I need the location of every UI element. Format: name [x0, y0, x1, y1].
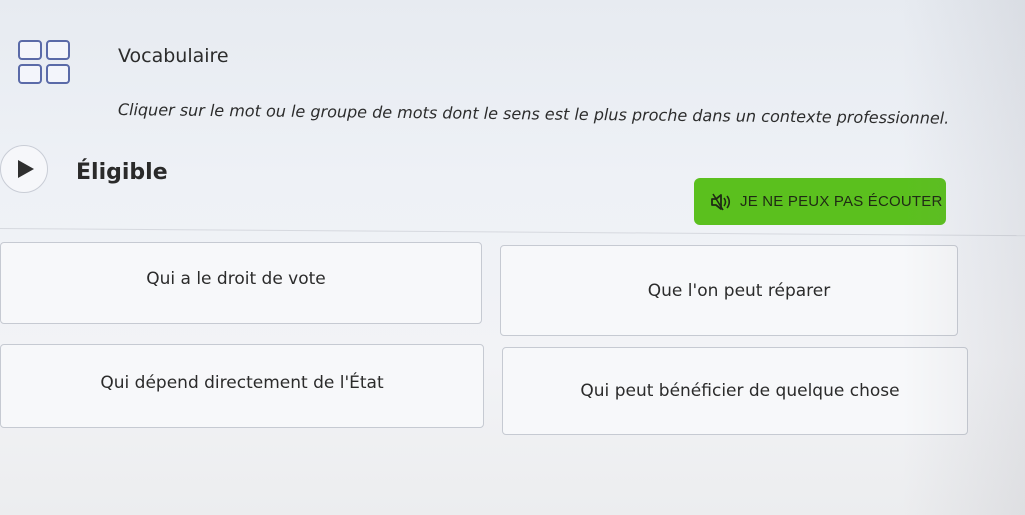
grid-cell	[18, 40, 42, 60]
instruction-text: Cliquer sur le mot ou le groupe de mots …	[117, 100, 950, 128]
section-title: Vocabulaire	[118, 45, 229, 67]
speaker-muted-icon	[711, 193, 731, 210]
answer-option-label: Que l'on peut réparer	[647, 280, 831, 301]
cannot-listen-label: JE NE PEUX PAS ÉCOUTER	[740, 193, 943, 210]
answer-option-4[interactable]: Qui peut bénéficier de quelque chose	[502, 347, 968, 435]
divider	[0, 228, 1025, 237]
answer-option-label: Qui a le droit de vote	[146, 269, 326, 289]
target-word: Éligible	[76, 160, 168, 185]
answer-option-label: Qui dépend directement de l'État	[100, 373, 384, 393]
play-icon	[18, 160, 34, 178]
grid-icon	[18, 40, 70, 86]
answer-option-label: Qui peut bénéficier de quelque chose	[580, 381, 900, 401]
grid-cell	[46, 64, 70, 84]
answer-option-2[interactable]: Que l'on peut réparer	[500, 245, 958, 336]
answer-option-1[interactable]: Qui a le droit de vote	[0, 242, 482, 324]
answer-option-3[interactable]: Qui dépend directement de l'État	[0, 344, 484, 428]
grid-cell	[46, 40, 70, 60]
cannot-listen-button[interactable]: JE NE PEUX PAS ÉCOUTER	[694, 178, 946, 225]
grid-cell	[18, 64, 42, 84]
play-audio-button[interactable]	[0, 145, 48, 193]
